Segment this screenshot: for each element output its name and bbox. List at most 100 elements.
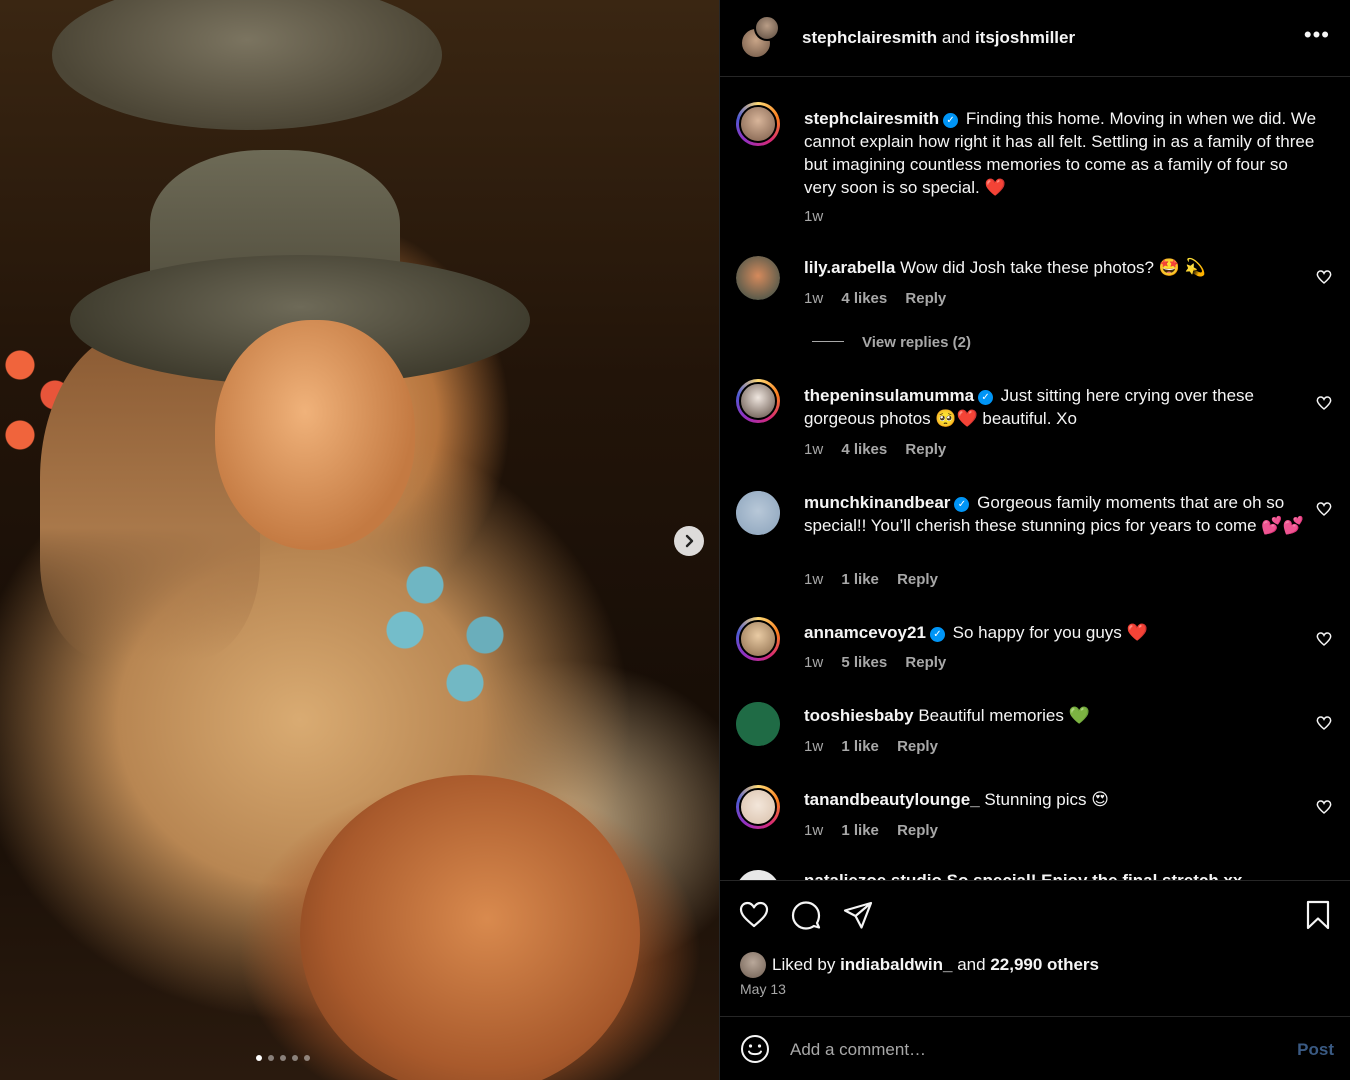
comment-username[interactable]: annamcevoy21 xyxy=(804,623,926,642)
avatar[interactable] xyxy=(736,617,780,661)
comment-username[interactable]: tooshiesbaby xyxy=(804,706,914,725)
comment-meta: 1w 5 likes Reply xyxy=(804,654,960,671)
reply-button[interactable]: Reply xyxy=(897,822,938,839)
comment-meta: 1w 1 like Reply xyxy=(804,571,952,588)
avatar[interactable] xyxy=(736,785,780,829)
avatar[interactable] xyxy=(736,379,780,423)
comment-likes[interactable]: 4 likes xyxy=(841,290,887,307)
avatar xyxy=(740,952,766,978)
like-comment-heart-icon[interactable] xyxy=(1316,395,1332,411)
comment-likes[interactable]: 4 likes xyxy=(841,441,887,458)
post-date[interactable]: May 13 xyxy=(740,981,786,997)
like-comment-heart-icon[interactable] xyxy=(1316,715,1332,731)
verified-badge-icon: ✓ xyxy=(954,497,970,512)
add-comment-bar: Post xyxy=(720,1016,1350,1080)
author-link-2[interactable]: itsjoshmiller xyxy=(975,28,1075,47)
carousel-dot xyxy=(268,1055,274,1061)
likes-others-link[interactable]: 22,990 others xyxy=(990,955,1099,975)
comment-likes[interactable]: 1 like xyxy=(841,738,879,755)
likes-prefix: Liked by xyxy=(772,955,836,974)
reply-button[interactable]: Reply xyxy=(905,441,946,458)
avatar xyxy=(754,15,780,41)
photo-belly xyxy=(300,775,640,1080)
carousel-dots xyxy=(256,1055,310,1061)
like-comment-heart-icon[interactable] xyxy=(1316,269,1332,285)
photo-hat-top xyxy=(52,0,442,130)
comment-body: Stunning pics 😍 xyxy=(984,790,1109,809)
share-paper-plane-icon[interactable] xyxy=(842,899,874,931)
comment-username[interactable]: lily.arabella xyxy=(804,258,895,277)
post-actions: Liked by indiabaldwin_ and 22,990 others… xyxy=(720,880,1350,1016)
likes-and: and xyxy=(957,955,986,974)
author-link-1[interactable]: stephclairesmith xyxy=(802,28,937,47)
liked-by-user[interactable]: indiabaldwin_ xyxy=(840,955,952,975)
replies-divider xyxy=(812,341,844,342)
comment-meta: 1w 4 likes Reply xyxy=(804,290,960,307)
comment-time: 1w xyxy=(804,441,824,458)
comments-list[interactable]: stephclairesmith ✓ Finding this home. Mov… xyxy=(720,78,1350,880)
comment-time: 1w xyxy=(804,290,824,307)
avatar[interactable] xyxy=(736,870,780,880)
authors-and: and xyxy=(941,28,971,47)
comment-meta: 1w 1 like Reply xyxy=(804,738,952,755)
comment-body: Wow did Josh take these photos? 🤩 💫 xyxy=(900,258,1206,277)
post-photo[interactable] xyxy=(0,0,719,1080)
avatar[interactable] xyxy=(736,102,780,146)
post-comment-button[interactable]: Post xyxy=(1297,1040,1334,1060)
comment-username[interactable]: munchkinandbear xyxy=(804,493,950,512)
comment-body: Beautiful memories 💚 xyxy=(918,706,1090,725)
comment-partial: nataliezoe.studio So special! Enjoy the … xyxy=(804,871,1242,880)
verified-badge-icon: ✓ xyxy=(943,113,959,128)
comment-username[interactable]: thepeninsulamumma xyxy=(804,386,974,405)
comment-time: 1w xyxy=(804,654,824,671)
carousel-dot xyxy=(304,1055,310,1061)
more-options-icon[interactable]: ••• xyxy=(1304,24,1330,46)
reply-button[interactable]: Reply xyxy=(897,738,938,755)
comment-text: tanandbeautylounge_ Stunning pics 😍 xyxy=(804,788,1324,811)
comment-body: So happy for you guys ❤️ xyxy=(952,623,1148,642)
comment-text: munchkinandbear ✓ Gorgeous family moments… xyxy=(804,491,1324,537)
comment-likes[interactable]: 5 likes xyxy=(841,654,887,671)
caption-username[interactable]: stephclairesmith xyxy=(804,109,939,128)
post-details-panel: stephclairesmith and itsjoshmiller ••• s… xyxy=(719,0,1350,1080)
comment-time: 1w xyxy=(804,571,824,588)
save-bookmark-icon[interactable] xyxy=(1302,899,1334,931)
verified-badge-icon: ✓ xyxy=(978,390,994,405)
comment-input[interactable] xyxy=(790,1037,1250,1063)
avatar[interactable] xyxy=(736,491,780,535)
caption-text: stephclairesmith ✓ Finding this home. Mov… xyxy=(804,107,1324,199)
comment-username[interactable]: tanandbeautylounge_ xyxy=(804,790,980,809)
reply-button[interactable]: Reply xyxy=(905,290,946,307)
carousel-dot xyxy=(256,1055,262,1061)
comment-time: 1w xyxy=(804,208,824,225)
like-heart-icon[interactable] xyxy=(738,899,770,931)
comment-time: 1w xyxy=(804,738,824,755)
view-replies-button[interactable]: View replies (2) xyxy=(812,334,971,351)
like-comment-heart-icon[interactable] xyxy=(1316,501,1332,517)
reply-button[interactable]: Reply xyxy=(897,571,938,588)
post-header: stephclairesmith and itsjoshmiller ••• xyxy=(720,0,1350,77)
chevron-right-icon xyxy=(685,534,694,548)
avatar[interactable] xyxy=(736,256,780,300)
photo-roller-skate-blue xyxy=(385,565,515,705)
verified-badge-icon: ✓ xyxy=(929,627,945,642)
like-comment-heart-icon[interactable] xyxy=(1316,799,1332,815)
comment-likes[interactable]: 1 like xyxy=(841,571,879,588)
avatar[interactable] xyxy=(736,702,780,746)
caption-meta: 1w xyxy=(804,208,837,225)
post-authors: stephclairesmith and itsjoshmiller xyxy=(802,28,1075,48)
emoji-icon[interactable] xyxy=(740,1034,770,1064)
like-comment-heart-icon[interactable] xyxy=(1316,631,1332,647)
comment-text: lily.arabella Wow did Josh take these ph… xyxy=(804,256,1324,279)
next-photo-button[interactable] xyxy=(674,526,704,556)
collab-avatars[interactable] xyxy=(740,15,786,61)
comment-bubble-icon[interactable] xyxy=(790,899,822,931)
reply-button[interactable]: Reply xyxy=(905,654,946,671)
photo-face xyxy=(215,320,415,550)
carousel-dot xyxy=(280,1055,286,1061)
comment-meta: 1w 1 like Reply xyxy=(804,822,952,839)
comment-text: thepeninsulamumma ✓ Just sitting here cry… xyxy=(804,384,1324,430)
likes-summary: Liked by indiabaldwin_ and 22,990 others xyxy=(740,952,1099,978)
comment-likes[interactable]: 1 like xyxy=(841,822,879,839)
comment-time: 1w xyxy=(804,822,824,839)
